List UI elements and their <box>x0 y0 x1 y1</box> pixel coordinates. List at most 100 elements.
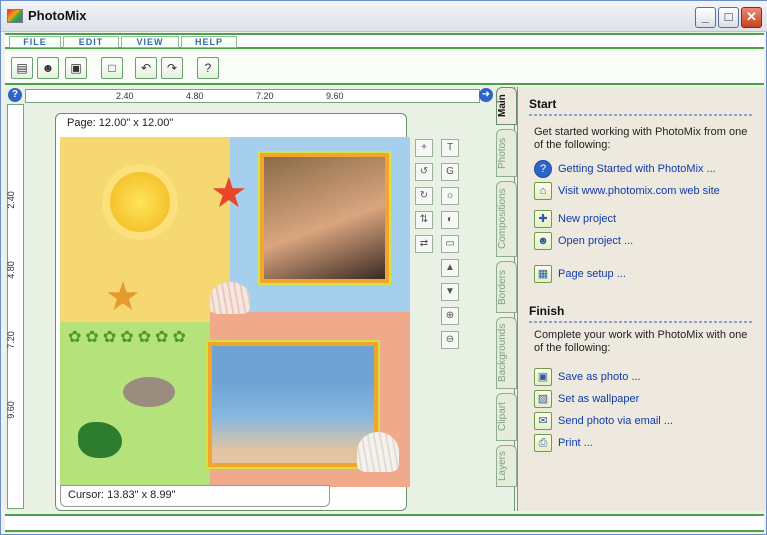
new-project-icon: ✚ <box>534 210 552 228</box>
open-project-icon: ☻ <box>534 232 552 250</box>
link-label[interactable]: Print ... <box>558 437 593 449</box>
link-open-project[interactable]: ☻ Open project ... <box>534 231 633 251</box>
crab-clipart[interactable] <box>123 377 175 407</box>
link-send-email[interactable]: ✉ Send photo via email ... <box>534 411 673 431</box>
main-panel: Start Get started working with PhotoMix … <box>517 87 766 511</box>
help-icon: ? <box>534 160 552 178</box>
toolbar: ▤ ☻ ▣ □ ↶ ↷ ? <box>5 51 764 85</box>
link-page-setup[interactable]: ▦ Page setup ... <box>534 264 626 284</box>
section-title-start: Start <box>529 97 557 111</box>
ruler-label: 4.80 <box>186 91 204 101</box>
send-backward-icon[interactable]: ▼ <box>441 283 459 301</box>
help-icon[interactable]: ? <box>8 88 22 102</box>
ruler-label: 7.20 <box>5 331 16 349</box>
starfish-clipart[interactable]: ★ <box>210 172 248 214</box>
app-icon <box>7 9 23 23</box>
link-getting-started[interactable]: ? Getting Started with PhotoMix ... <box>534 159 716 179</box>
menu-file[interactable]: FILE <box>9 36 61 48</box>
ruler-label: 7.20 <box>256 91 274 101</box>
section-desc-finish: Complete your work with PhotoMix with on… <box>534 329 748 354</box>
link-set-wallpaper[interactable]: ▧ Set as wallpaper <box>534 389 639 409</box>
flip-vertical-icon[interactable]: ⇅ <box>415 211 433 229</box>
bring-forward-icon[interactable]: ▲ <box>441 259 459 277</box>
window-title: PhotoMix <box>28 8 87 23</box>
link-label[interactable]: Page setup ... <box>558 268 626 280</box>
side-tabs: Main Photos Compositions Borders Backgro… <box>496 87 518 511</box>
edit-tools: + T ↺ G ↻ ☼ ⇅ ◐ ⇄ ▭ ▲ ▼ ⊕ ⊖ <box>415 139 463 359</box>
shell-clipart[interactable] <box>210 282 250 314</box>
link-label[interactable]: Set as wallpaper <box>558 393 639 405</box>
link-label[interactable]: New project <box>558 213 616 225</box>
link-visit-website[interactable]: ⌂ Visit www.photomix.com web site <box>534 181 720 201</box>
open-project-button[interactable]: ☻ <box>37 57 59 79</box>
page-setup-icon: ▦ <box>534 265 552 283</box>
section-desc-start: Get started working with PhotoMix from o… <box>534 126 748 151</box>
ruler-label: 2.40 <box>116 91 134 101</box>
ruler-label: 9.60 <box>326 91 344 101</box>
contrast-icon[interactable]: ◐ <box>441 211 459 229</box>
tab-main[interactable]: Main <box>496 87 517 125</box>
section-title-finish: Finish <box>529 304 565 318</box>
tab-borders[interactable]: Borders <box>496 261 517 313</box>
tab-compositions[interactable]: Compositions <box>496 181 517 257</box>
link-label[interactable]: Send photo via email ... <box>558 415 673 427</box>
page-setup-button[interactable]: □ <box>101 57 123 79</box>
grayscale-icon[interactable]: G <box>441 163 459 181</box>
turtle-clipart[interactable] <box>78 422 122 458</box>
photo-child-sunglasses[interactable] <box>260 153 389 283</box>
collage-canvas[interactable]: ★ ★ ✿✿✿✿✿✿✿ <box>60 137 410 487</box>
brightness-icon[interactable]: ☼ <box>441 187 459 205</box>
undo-button[interactable]: ↶ <box>135 57 157 79</box>
canvas-area: ? 2.40 4.80 7.20 9.60 ➜ 2.40 4.80 7.20 9… <box>5 87 515 511</box>
add-photo-icon[interactable]: + <box>415 139 433 157</box>
link-save-photo[interactable]: ▣ Save as photo ... <box>534 367 641 387</box>
shell-clipart[interactable] <box>357 432 399 472</box>
link-print[interactable]: ⎙ Print ... <box>534 433 593 453</box>
flowers-clipart[interactable]: ✿✿✿✿✿✿✿ <box>68 327 190 347</box>
menu-edit[interactable]: EDIT <box>63 36 119 48</box>
add-text-icon[interactable]: T <box>441 139 459 157</box>
tab-layers[interactable]: Layers <box>496 445 517 487</box>
starfish-clipart[interactable]: ★ <box>105 277 141 317</box>
minimize-button[interactable]: _ <box>695 7 716 28</box>
title-bar: PhotoMix _ □ ✕ <box>1 1 767 32</box>
save-project-button[interactable]: ▣ <box>65 57 87 79</box>
flip-horizontal-icon[interactable]: ⇄ <box>415 235 433 253</box>
email-icon: ✉ <box>534 412 552 430</box>
send-to-back-icon[interactable]: ⊖ <box>441 331 459 349</box>
new-project-button[interactable]: ▤ <box>11 57 33 79</box>
save-photo-icon: ▣ <box>534 368 552 386</box>
status-bar <box>5 514 764 532</box>
app-window: PhotoMix _ □ ✕ FILE EDIT VIEW HELP ▤ ☻ ▣… <box>0 0 767 535</box>
link-new-project[interactable]: ✚ New project <box>534 209 616 229</box>
rotate-right-icon[interactable]: ↻ <box>415 187 433 205</box>
tab-backgrounds[interactable]: Backgrounds <box>496 317 517 389</box>
ruler-label: 9.60 <box>5 401 16 419</box>
ruler-label: 2.40 <box>5 191 16 209</box>
menu-help[interactable]: HELP <box>181 36 237 48</box>
arrow-right-icon[interactable]: ➜ <box>479 88 493 102</box>
shadow-icon[interactable]: ▭ <box>441 235 459 253</box>
tab-clipart[interactable]: Clipart <box>496 393 517 441</box>
bring-to-front-icon[interactable]: ⊕ <box>441 307 459 325</box>
cursor-position-label: Cursor: 13.83" x 8.99" <box>60 485 330 507</box>
menu-bar: FILE EDIT VIEW HELP <box>5 33 764 49</box>
link-label[interactable]: Visit www.photomix.com web site <box>558 185 720 197</box>
menu-view[interactable]: VIEW <box>121 36 179 48</box>
maximize-button[interactable]: □ <box>718 7 739 28</box>
link-label[interactable]: Getting Started with PhotoMix ... <box>558 163 716 175</box>
wallpaper-icon: ▧ <box>534 390 552 408</box>
section-divider <box>529 321 754 323</box>
section-divider <box>529 114 754 116</box>
link-label[interactable]: Open project ... <box>558 235 633 247</box>
redo-button[interactable]: ↷ <box>161 57 183 79</box>
ruler-label: 4.80 <box>5 261 16 279</box>
help-button[interactable]: ? <box>197 57 219 79</box>
vertical-ruler: 2.40 4.80 7.20 9.60 <box>5 104 24 509</box>
sun-clipart[interactable] <box>110 172 170 232</box>
rotate-left-icon[interactable]: ↺ <box>415 163 433 181</box>
link-label[interactable]: Save as photo ... <box>558 371 641 383</box>
close-button[interactable]: ✕ <box>741 7 762 28</box>
photo-child-beach[interactable] <box>208 342 378 467</box>
tab-photos[interactable]: Photos <box>496 129 517 177</box>
